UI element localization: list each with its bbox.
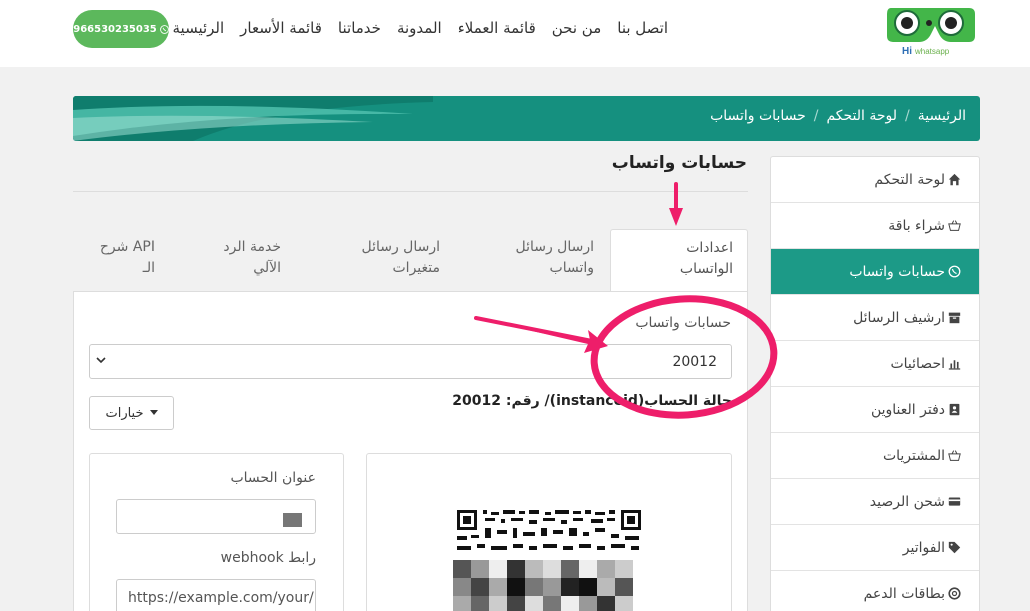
- nav-contact[interactable]: اتصل بنا: [617, 19, 668, 37]
- breadcrumb-bar: الرئيسية / لوحة التحكم / حسابات واتساب: [73, 96, 980, 141]
- sidebar-item-statistics[interactable]: احصائيات: [771, 341, 979, 387]
- basket-icon: [948, 220, 961, 231]
- account-address-input[interactable]: [116, 499, 316, 534]
- basket-icon: [948, 450, 961, 461]
- breadcrumb-separator: /: [813, 108, 819, 124]
- sidebar-item-buy-package[interactable]: شراء باقة: [771, 203, 979, 249]
- tab-label-line2: الواتساب: [679, 261, 733, 277]
- tab-label-line2: متغيرات: [392, 260, 441, 276]
- webhook-input[interactable]: https://example.com/your/: [116, 579, 316, 611]
- breadcrumb-dashboard[interactable]: لوحة التحكم: [826, 108, 897, 124]
- chevron-down-icon: [96, 357, 106, 364]
- tab-whatsapp-settings[interactable]: اعدادات الواتساب: [610, 229, 748, 292]
- tab-label-line1: ارسال رسائل: [361, 239, 440, 255]
- phone-button[interactable]: 966530235035: [73, 10, 169, 48]
- title-divider: [73, 191, 748, 192]
- nav-home[interactable]: الرئيسية: [173, 19, 225, 37]
- tab-label-line2: واتساب: [549, 260, 594, 276]
- sidebar-item-label: لوحة التحكم: [874, 171, 945, 188]
- account-address-label: عنوان الحساب: [230, 470, 316, 486]
- sidebar-item-support-tickets[interactable]: بطاقات الدعم: [771, 571, 979, 611]
- sidebar-item-invoices[interactable]: الفواتير: [771, 525, 979, 571]
- tab-label-line1: ارسال رسائل: [515, 239, 594, 255]
- main-nav: الرئيسية قائمة الأسعار خدماتنا المدونة ق…: [173, 19, 669, 37]
- options-label: خيارات: [105, 405, 144, 421]
- sidebar-item-label: ارشيف الرسائل: [853, 309, 945, 326]
- nav-blog[interactable]: المدونة: [397, 19, 442, 37]
- sidebar-item-label: الفواتير: [902, 539, 945, 556]
- header-decoration: [73, 96, 433, 141]
- sidebar-item-label: احصائيات: [890, 355, 945, 372]
- caret-down-icon: [149, 410, 158, 415]
- nav-clients[interactable]: قائمة العملاء: [458, 19, 536, 37]
- archive-icon: [948, 312, 961, 324]
- breadcrumb-current: حسابات واتساب: [710, 108, 806, 124]
- nav-services[interactable]: خدماتنا: [338, 19, 381, 37]
- account-select[interactable]: 20012: [89, 344, 732, 379]
- tab-auto-reply[interactable]: خدمة الرد الآلي: [200, 237, 281, 279]
- tag-icon: [948, 541, 961, 554]
- address-book-icon: [949, 403, 960, 416]
- sidebar-item-whatsapp-accounts[interactable]: حسابات واتساب: [771, 249, 979, 295]
- account-status: حالة الحساب(instanceid)/ رقم: 20012: [452, 393, 732, 409]
- svg-text:whatsapp: whatsapp: [914, 47, 950, 56]
- tab-label-line1: خدمة الرد: [223, 239, 281, 255]
- bar-chart-icon: [948, 360, 961, 370]
- sidebar-item-label: بطاقات الدعم: [863, 585, 945, 602]
- redacted-value: [283, 513, 302, 527]
- sidebar-item-purchases[interactable]: المشتريات: [771, 433, 979, 479]
- breadcrumb-home[interactable]: الرئيسية: [918, 108, 966, 124]
- whatsapp-icon: [948, 265, 961, 278]
- sidebar-item-top-up[interactable]: شحن الرصيد: [771, 479, 979, 525]
- accounts-label: حسابات واتساب: [635, 315, 731, 331]
- sidebar-item-label: المشتريات: [882, 447, 945, 464]
- sidebar-item-label: شحن الرصيد: [869, 493, 945, 510]
- nav-about[interactable]: من نحن: [552, 19, 602, 37]
- sidebar-item-label: دفتر العناوين: [870, 401, 945, 418]
- credit-card-icon: [948, 497, 961, 506]
- sidebar-item-label: شراء باقة: [888, 217, 945, 234]
- sidebar-item-message-archive[interactable]: ارشيف الرسائل: [771, 295, 979, 341]
- whatsapp-icon: [159, 24, 169, 34]
- breadcrumb: الرئيسية / لوحة التحكم / حسابات واتساب: [710, 108, 966, 124]
- svg-text:Hi: Hi: [902, 46, 912, 57]
- qr-code: [445, 498, 653, 611]
- webhook-label: رابط webhook: [220, 550, 316, 566]
- tab-label-line1: اعدادات: [686, 240, 733, 256]
- support-icon: [948, 587, 961, 600]
- sidebar-item-label: حسابات واتساب: [849, 263, 945, 280]
- sidebar-item-dashboard[interactable]: لوحة التحكم: [771, 157, 979, 203]
- home-icon: [948, 173, 961, 186]
- page-title: حسابات واتساب: [611, 153, 747, 173]
- nav-pricing[interactable]: قائمة الأسعار: [240, 19, 322, 37]
- phone-number: 966530235035: [73, 23, 157, 35]
- tab-api-docs[interactable]: API شرح الـ: [90, 237, 155, 279]
- tab-label-line2: الـ: [142, 260, 155, 276]
- site-logo[interactable]: Hi whatsapp: [885, 4, 977, 58]
- sidebar-item-address-book[interactable]: دفتر العناوين: [771, 387, 979, 433]
- tab-label-line1: API شرح: [99, 239, 155, 255]
- tab-send-variable-messages[interactable]: ارسال رسائل متغيرات: [340, 237, 440, 279]
- options-dropdown-button[interactable]: خيارات: [89, 396, 174, 430]
- tab-send-whatsapp-messages[interactable]: ارسال رسائل واتساب: [490, 237, 594, 279]
- sidebar: لوحة التحكم شراء باقة حسابات واتساب ارشي…: [770, 156, 980, 611]
- account-select-value: 20012: [672, 354, 717, 370]
- breadcrumb-separator: /: [905, 108, 910, 124]
- tab-label-line2: الآلي: [253, 260, 281, 276]
